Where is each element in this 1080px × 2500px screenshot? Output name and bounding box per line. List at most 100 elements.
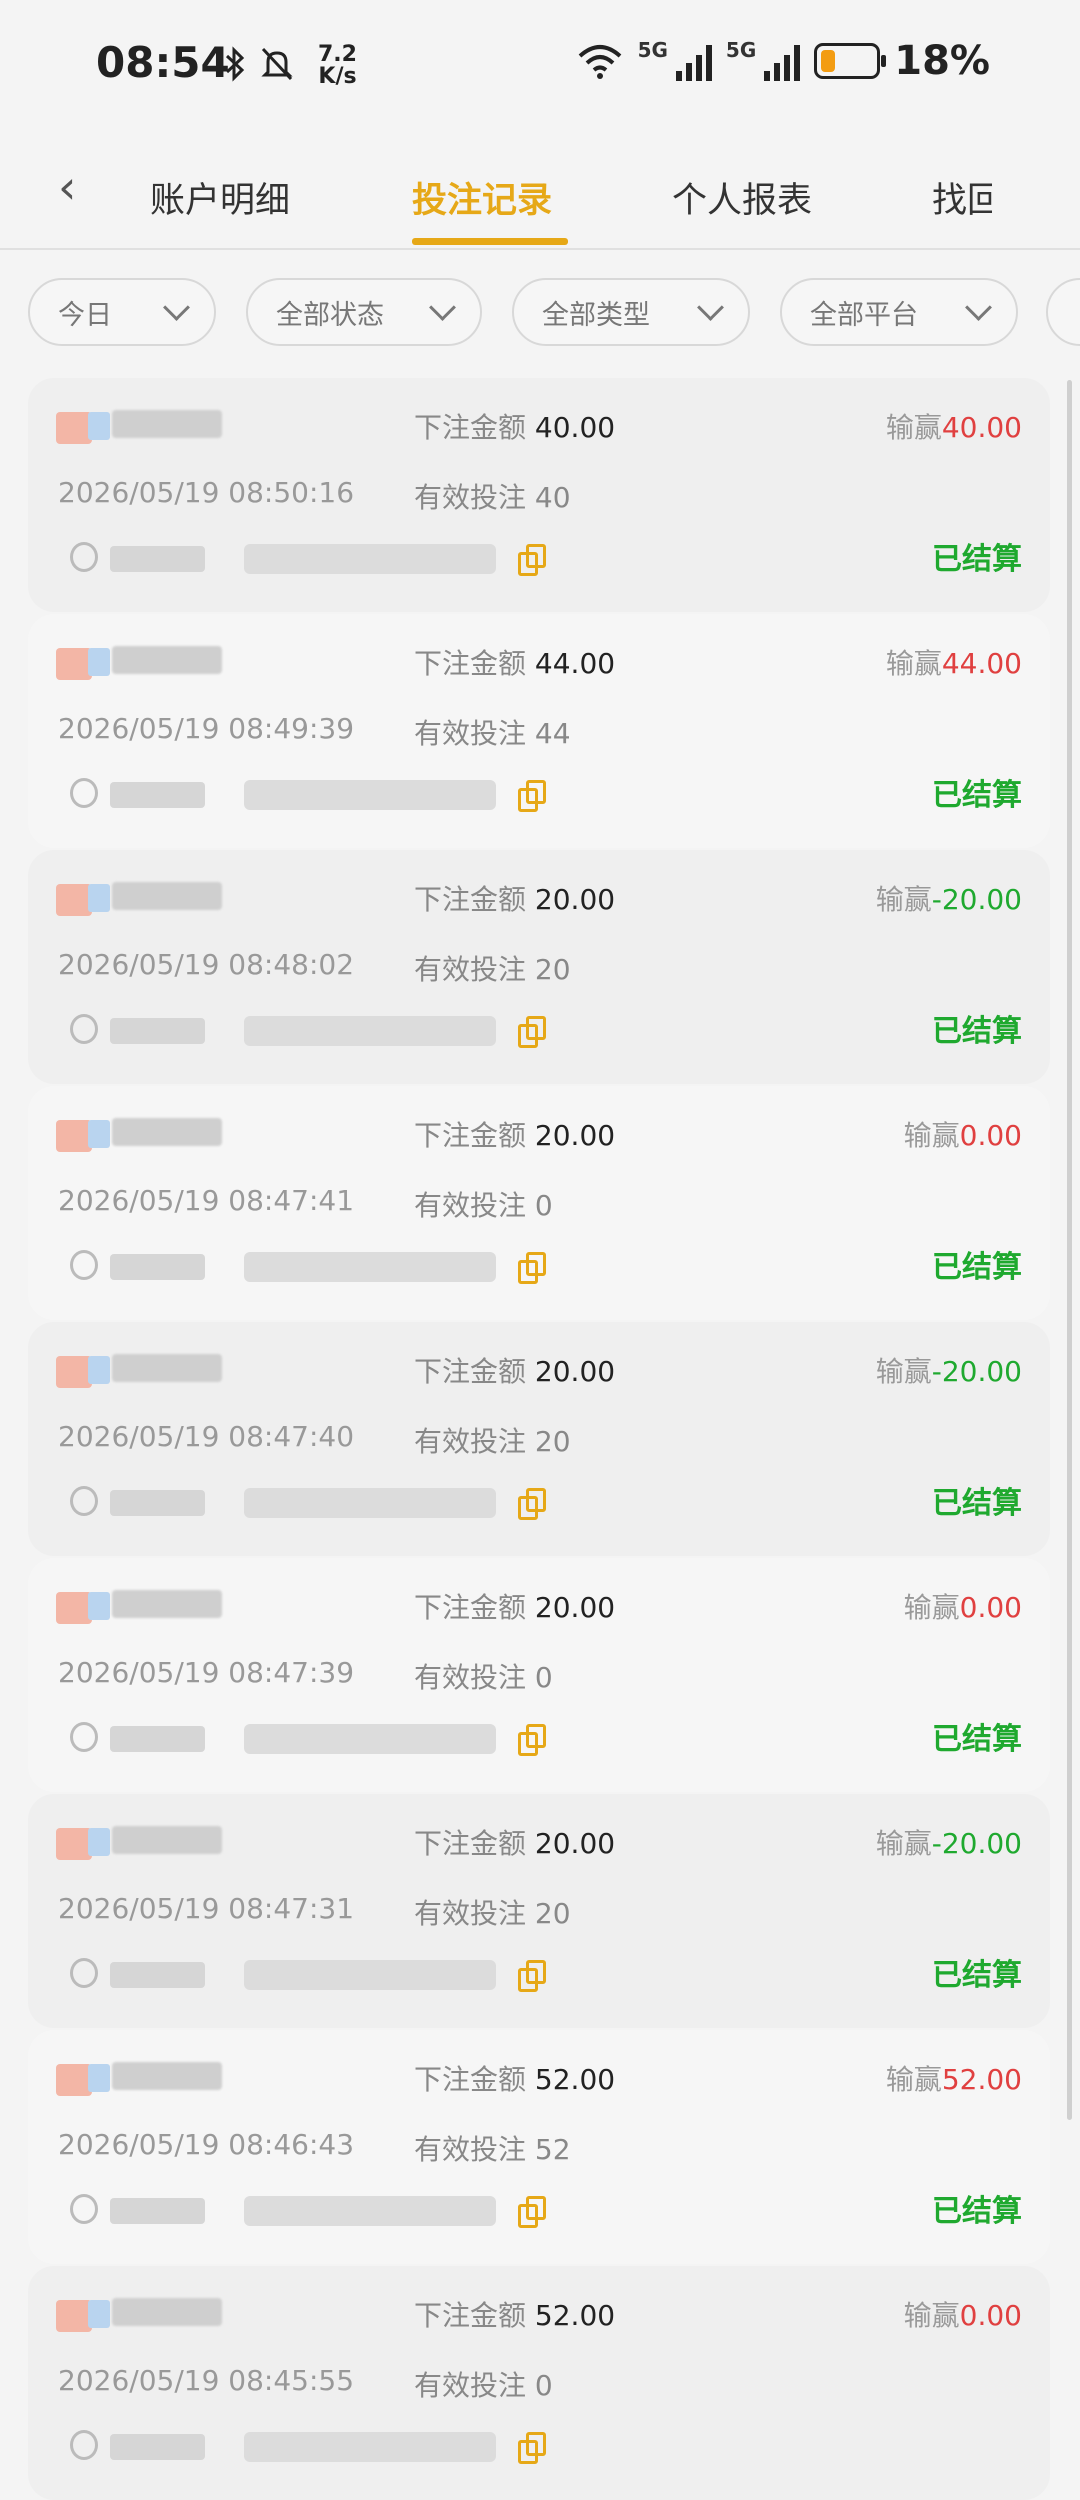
- bet-record-card[interactable]: 下注金额 20.00 2026/05/19 08:48:02 有效投注 20 输赢-2…: [28, 850, 1050, 1084]
- win-lose-label: 输赢: [875, 1827, 932, 1860]
- game-thumbnail: [56, 644, 226, 680]
- valid-bet: 有效投注 0: [414, 2364, 553, 2404]
- bet-amount-label: 下注金额: [414, 1355, 527, 1388]
- order-icon: [70, 778, 98, 808]
- bet-amount: 下注金额 20.00: [414, 1350, 615, 1390]
- bet-amount: 下注金额 52.00: [414, 2058, 615, 2098]
- valid-bet: 有效投注 20: [414, 1892, 571, 1932]
- bet-amount-label: 下注金额: [414, 411, 527, 444]
- game-thumbnail: [56, 1588, 226, 1624]
- bet-amount-label: 下注金额: [414, 647, 527, 680]
- order-icon: [70, 542, 98, 572]
- win-lose-value: 52.00: [941, 2063, 1022, 2096]
- valid-bet: 有效投注 40: [414, 476, 571, 516]
- bet-time: 2026/05/19 08:45:55: [58, 2364, 355, 2397]
- win-lose-label: 输赢: [875, 883, 932, 916]
- win-lose-label: 输赢: [875, 1355, 932, 1388]
- network-type-1: 5G: [637, 38, 668, 62]
- valid-bet-value: 40: [534, 481, 571, 514]
- copy-icon[interactable]: [518, 1252, 546, 1284]
- win-lose-value: -20.00: [931, 1355, 1022, 1388]
- win-lose: 输赢-20.00: [876, 1822, 1022, 1862]
- copy-icon[interactable]: [518, 1724, 546, 1756]
- bet-amount-label: 下注金额: [414, 883, 527, 916]
- filter-platform[interactable]: 全部平台: [780, 278, 1018, 346]
- copy-icon[interactable]: [518, 1960, 546, 1992]
- bet-amount-label: 下注金额: [414, 1827, 527, 1860]
- valid-bet-label: 有效投注: [414, 717, 527, 750]
- status-icons-left: [224, 46, 294, 82]
- order-icon: [70, 1722, 98, 1752]
- win-lose-label: 输赢: [903, 1591, 960, 1624]
- valid-bet-label: 有效投注: [414, 1425, 527, 1458]
- filter-status[interactable]: 全部状态: [246, 278, 482, 346]
- tab-retrieve[interactable]: 找回: [932, 172, 992, 223]
- bet-amount-label: 下注金额: [414, 2063, 527, 2096]
- valid-bet-value: 0: [534, 1661, 553, 1694]
- net-speed-value: 7.2: [318, 42, 357, 67]
- win-lose-label: 输赢: [903, 1119, 960, 1152]
- battery-percent: 18%: [894, 38, 990, 84]
- settle-status: 已结算: [932, 778, 1022, 813]
- valid-bet-value: 52: [534, 2133, 571, 2166]
- bet-record-card[interactable]: 下注金额 20.00 2026/05/19 08:47:31 有效投注 20 输赢-2…: [28, 1794, 1050, 2028]
- bet-amount: 下注金额 40.00: [414, 406, 615, 446]
- filter-date[interactable]: 今日: [28, 278, 216, 346]
- valid-bet: 有效投注 52: [414, 2128, 571, 2168]
- filter-more[interactable]: [1046, 278, 1080, 346]
- valid-bet: 有效投注 0: [414, 1656, 553, 1696]
- bet-record-card[interactable]: 下注金额 20.00 2026/05/19 08:47:41 有效投注 0 输赢0.0…: [28, 1086, 1050, 1320]
- bet-amount: 下注金额 20.00: [414, 1586, 615, 1626]
- valid-bet-label: 有效投注: [414, 2369, 527, 2402]
- settle-status: 已结算: [932, 1014, 1022, 1049]
- filter-type[interactable]: 全部类型: [512, 278, 750, 346]
- valid-bet: 有效投注 0: [414, 1184, 553, 1224]
- bet-time: 2026/05/19 08:49:39: [58, 712, 355, 745]
- game-thumbnail: [56, 408, 226, 444]
- bet-time: 2026/05/19 08:46:43: [58, 2128, 355, 2161]
- wifi-icon: [578, 45, 621, 79]
- order-number: [58, 2190, 508, 2230]
- back-arrow-icon[interactable]: ‹: [58, 160, 76, 214]
- bet-amount: 下注金额 20.00: [414, 1822, 615, 1862]
- bet-record-card[interactable]: 下注金额 20.00 2026/05/19 08:47:40 有效投注 20 输赢-2…: [28, 1322, 1050, 1556]
- order-number: [58, 1954, 508, 1994]
- settle-status: 已结算: [932, 1250, 1022, 1285]
- bet-amount-label: 下注金额: [414, 2299, 527, 2332]
- bet-record-card[interactable]: 下注金额 52.00 2026/05/19 08:46:43 有效投注 52 输赢52…: [28, 2030, 1050, 2264]
- tab-bet-records[interactable]: 投注记录: [412, 172, 552, 223]
- order-icon: [70, 1486, 98, 1516]
- copy-icon[interactable]: [518, 2432, 546, 2464]
- bet-time: 2026/05/19 08:47:41: [58, 1184, 355, 1217]
- copy-icon[interactable]: [518, 1016, 546, 1048]
- bet-amount: 下注金额 20.00: [414, 1114, 615, 1154]
- settle-status: 已结算: [932, 542, 1022, 577]
- win-lose: 输赢44.00: [886, 642, 1022, 682]
- bet-record-card[interactable]: 下注金额 44.00 2026/05/19 08:49:39 有效投注 44 输赢44…: [28, 614, 1050, 848]
- tab-account-detail[interactable]: 账户明细: [150, 172, 290, 223]
- copy-icon[interactable]: [518, 2196, 546, 2228]
- battery-icon: [814, 43, 887, 79]
- bet-amount: 下注金额 44.00: [414, 642, 615, 682]
- valid-bet: 有效投注 20: [414, 1420, 571, 1460]
- clock: 08:54: [96, 38, 230, 87]
- bet-record-card[interactable]: 下注金额 52.00 2026/05/19 08:45:55 有效投注 0 输赢0.0…: [28, 2266, 1050, 2500]
- game-thumbnail: [56, 1116, 226, 1152]
- bet-record-card[interactable]: 下注金额 40.00 2026/05/19 08:50:16 有效投注 40 输赢40…: [28, 378, 1050, 612]
- bet-amount-value: 20.00: [534, 1591, 616, 1624]
- bet-record-card[interactable]: 下注金额 20.00 2026/05/19 08:47:39 有效投注 0 输赢0.0…: [28, 1558, 1050, 1792]
- tab-personal-report[interactable]: 个人报表: [672, 172, 812, 223]
- order-number: [58, 1718, 508, 1758]
- bet-amount-value: 40.00: [534, 411, 616, 444]
- valid-bet-value: 44: [534, 717, 571, 750]
- order-number: [58, 1010, 508, 1050]
- bet-amount-value: 20.00: [534, 1355, 616, 1388]
- valid-bet-label: 有效投注: [414, 2133, 527, 2166]
- copy-icon[interactable]: [518, 544, 546, 576]
- scrollbar[interactable]: [1067, 380, 1072, 2120]
- copy-icon[interactable]: [518, 1488, 546, 1520]
- win-lose: 输赢0.00: [904, 1114, 1022, 1154]
- copy-icon[interactable]: [518, 780, 546, 812]
- valid-bet-value: 20: [534, 1425, 571, 1458]
- filter-type-label: 全部类型: [542, 299, 650, 331]
